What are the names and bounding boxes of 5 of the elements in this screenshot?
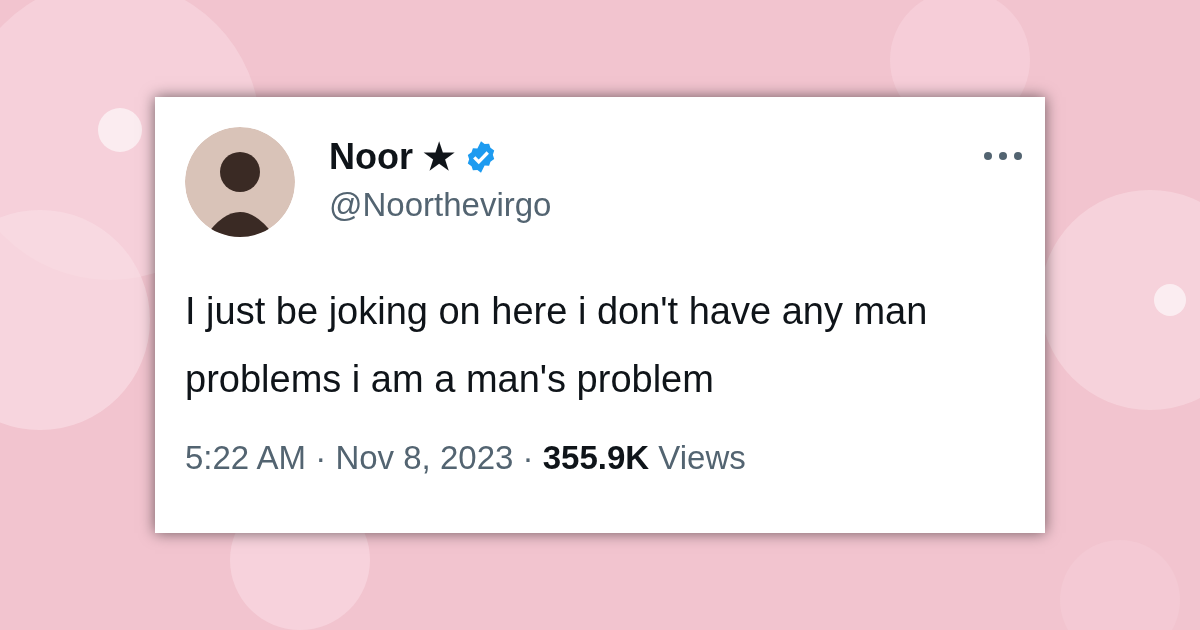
tweet-meta: 5:22 AM · Nov 8, 2023 · 355.9K Views bbox=[185, 438, 747, 478]
author-name: Noor ★ bbox=[329, 135, 455, 179]
more-options-icon[interactable] bbox=[983, 151, 1023, 161]
tweet-text: I just be joking on here i don't have any man problems i am a man's problem bbox=[185, 289, 929, 402]
author-handle: @Noorthevirgo bbox=[329, 185, 552, 225]
